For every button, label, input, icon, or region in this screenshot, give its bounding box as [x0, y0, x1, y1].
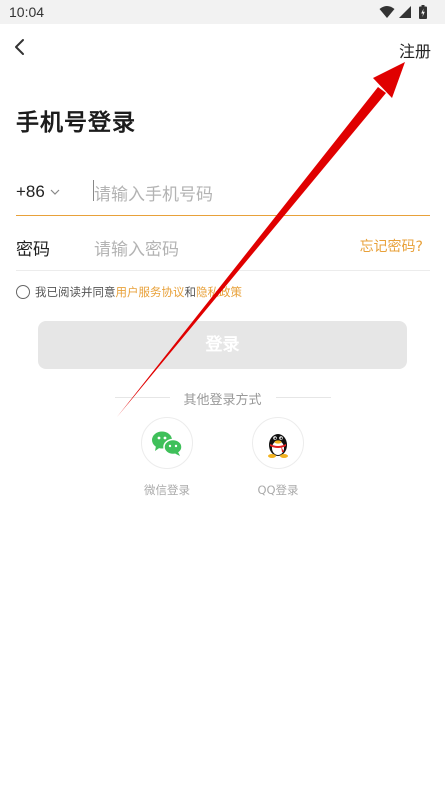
- battery-icon: [419, 5, 427, 19]
- wechat-login-button[interactable]: [141, 417, 193, 469]
- back-button[interactable]: [10, 36, 32, 58]
- wechat-login-label: 微信登录: [144, 483, 190, 497]
- status-bar: 10:04: [0, 0, 445, 24]
- status-time: 10:04: [9, 4, 45, 20]
- back-arrow-icon: [15, 39, 24, 55]
- chevron-down-icon[interactable]: [49, 186, 61, 198]
- agreement-joiner: 和: [184, 285, 197, 299]
- agreement-radio[interactable]: [16, 285, 30, 299]
- agreement-prefix: 我已阅读并同意: [35, 285, 116, 299]
- wechat-icon: [152, 431, 183, 456]
- user-agreement-link[interactable]: 用户服务协议: [116, 285, 185, 299]
- phone-input-placeholder: 请输入手机号码: [94, 185, 213, 205]
- page-title: 手机号登录: [16, 110, 136, 136]
- forgot-password-link[interactable]: 忘记密码?: [360, 236, 423, 256]
- password-input-underline: [16, 270, 430, 271]
- register-link[interactable]: 注册: [399, 38, 431, 62]
- qq-login-button[interactable]: [252, 417, 304, 469]
- password-input[interactable]: 请输入密码: [94, 235, 179, 260]
- qq-login-label: QQ登录: [257, 483, 299, 497]
- other-login-label: 其他登录方式: [183, 393, 262, 408]
- phone-input-underline: [16, 215, 430, 216]
- phone-input[interactable]: 请输入手机号码: [92, 176, 422, 206]
- password-label: 密码: [16, 240, 50, 260]
- wifi-icon: [379, 6, 395, 18]
- country-code-selector[interactable]: +86: [16, 182, 45, 202]
- divider-right: [276, 397, 331, 398]
- qq-icon: [268, 434, 288, 458]
- agreement-text: 我已阅读并同意用户服务协议和隐私政策: [35, 284, 242, 300]
- privacy-policy-link[interactable]: 隐私政策: [196, 285, 242, 299]
- signal-icon: [399, 6, 411, 18]
- login-button[interactable]: 登录: [38, 321, 407, 369]
